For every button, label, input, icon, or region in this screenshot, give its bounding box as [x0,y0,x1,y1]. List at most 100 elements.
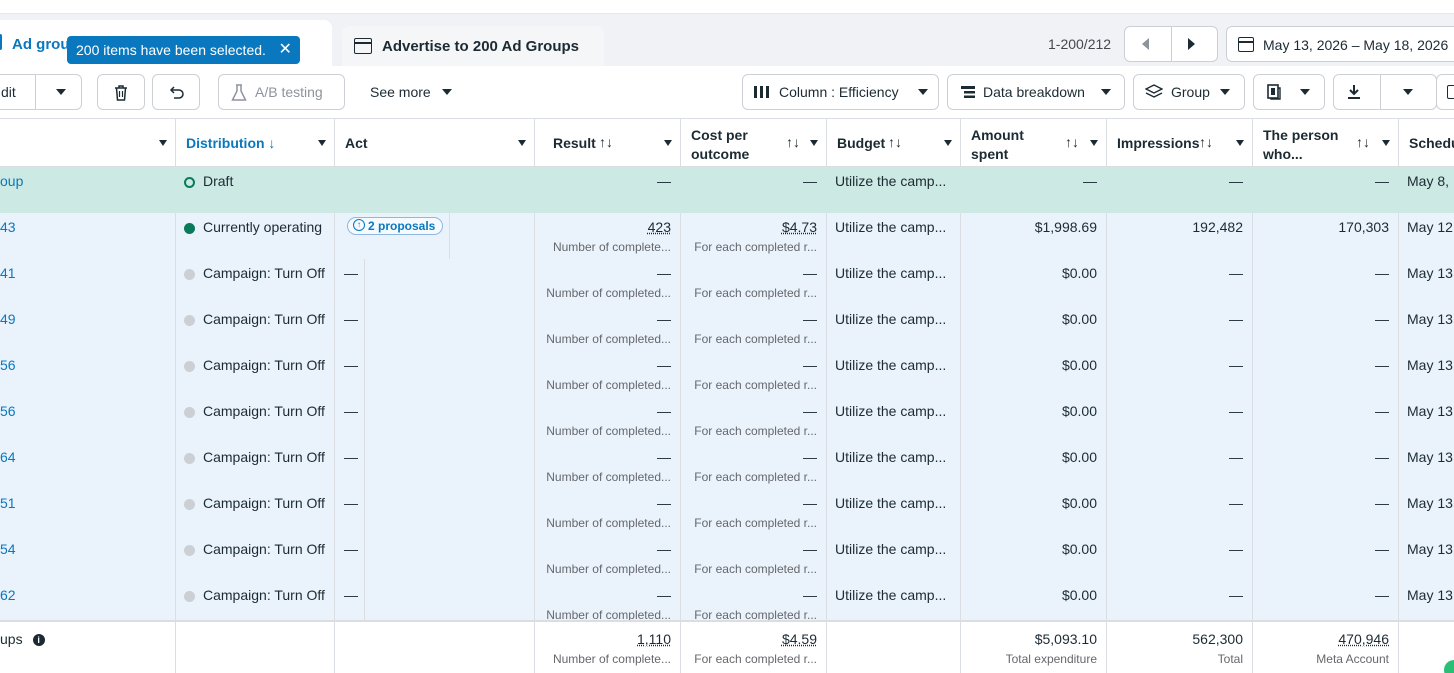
cell-name: 41 [0,259,176,305]
chevron-down-icon[interactable] [664,140,672,146]
impressions-value: — [1229,357,1243,373]
column-header-impressions[interactable]: Impressions ↑↓ [1107,119,1253,167]
column-header-schedule[interactable]: Schedu [1399,119,1454,167]
see-more-button[interactable]: See more [358,74,458,110]
cell-spent: $0.00 [961,259,1107,305]
result-caption: Number of completed... [546,424,671,438]
sort-icon[interactable]: ↑↓ [1065,134,1079,150]
cell-budget: Utilize the camp... [827,167,961,213]
chevron-down-icon[interactable] [944,140,952,146]
sort-icon[interactable]: ↑↓ [1199,134,1213,150]
table-row[interactable]: oup Draft — — Utilize the camp... — — — May 8, [0,167,1454,213]
ad-group-name-link[interactable]: 56 [0,403,16,419]
tab-ad-group[interactable]: Ad group 200 items have been selected. ✕ [0,20,332,66]
tab-bar: Ad group 200 items have been selected. ✕… [0,14,1454,66]
chevron-down-icon[interactable] [159,140,167,146]
data-breakdown-button[interactable]: Data breakdown [947,74,1125,110]
cell-schedule: May 8, [1399,167,1454,213]
ad-group-name-link[interactable]: 51 [0,495,16,511]
charts-button[interactable] [1436,74,1454,110]
cell-status: Campaign: Turn Off [176,259,335,305]
cell-impressions: — [1107,443,1253,489]
group-button[interactable]: Group [1133,74,1245,110]
person-value: — [1375,541,1389,557]
date-range-picker[interactable]: May 13, 2026 – May 18, 2026 [1226,26,1454,62]
delete-button[interactable] [97,74,145,110]
next-page-icon[interactable] [1188,38,1195,50]
chevron-down-icon[interactable] [1236,140,1244,146]
chevron-down-icon[interactable] [810,140,818,146]
person-value: — [1375,587,1389,603]
column-header-distribution[interactable]: Distribution ↓ [176,119,335,167]
ad-group-name-link[interactable]: 54 [0,541,16,557]
ad-group-name-link[interactable]: 64 [0,449,16,465]
ab-testing-button[interactable]: A/B testing [218,74,345,110]
table-row[interactable]: 54 Campaign: Turn Off — — Number of complete… [0,535,1454,581]
result-caption: Number of completed... [546,470,671,484]
column-header-person-who[interactable]: The person who... ↑↓ [1253,119,1399,167]
cell-person: — [1253,259,1399,305]
cell-spent: $0.00 [961,489,1107,535]
cell-schedule: May 13, [1399,535,1454,581]
cell-cost: $4.73 For each completed r... [681,213,827,259]
reports-icon [1266,84,1282,100]
column-header-budget[interactable]: Budget ↑↓ [827,119,961,167]
column-header-act[interactable]: Act [335,119,535,167]
chart-icon [1447,85,1454,99]
cell-schedule: May 13, [1399,259,1454,305]
sort-icon[interactable]: ↑↓ [786,134,800,150]
chevron-down-icon[interactable] [518,140,526,146]
result-value: — [657,449,671,465]
cell-name: oup [0,167,176,213]
undo-button[interactable] [152,74,200,110]
table-row[interactable]: 49 Campaign: Turn Off — — Number of complete… [0,305,1454,351]
cell-schedule: May 13, [1399,443,1454,489]
column-header-name[interactable] [0,119,176,167]
ad-group-name-link[interactable]: 56 [0,357,16,373]
table-row[interactable]: 56 Campaign: Turn Off — — Number of complete… [0,397,1454,443]
cell-person: — [1253,351,1399,397]
chevron-down-icon[interactable] [1090,140,1098,146]
person-value: — [1375,495,1389,511]
table-row[interactable]: 51 Campaign: Turn Off — — Number of complete… [0,489,1454,535]
cost-caption: For each completed r... [694,470,817,484]
table-row[interactable]: 56 Campaign: Turn Off — — Number of complete… [0,351,1454,397]
ad-group-name-link[interactable]: 41 [0,265,16,281]
export-button[interactable] [1333,74,1437,110]
status-dot-icon [184,269,195,280]
cell-spent: $0.00 [961,397,1107,443]
table-row[interactable]: 43 Currently operating 2 proposals 423 Numbe… [0,213,1454,259]
previous-page-icon[interactable] [1142,38,1149,50]
sort-icon[interactable]: ↑↓ [888,134,902,150]
reports-button[interactable] [1253,74,1325,110]
spent-value: $0.00 [1062,265,1097,281]
column-header-result[interactable]: Result ↑↓ [535,119,681,167]
column-header-amount-spent[interactable]: Amount spent ↑↓ [961,119,1107,167]
table-row[interactable]: 64 Campaign: Turn Off — — Number of complete… [0,443,1454,489]
ad-group-name-link[interactable]: 43 [0,219,16,235]
tab-advertise[interactable]: Advertise to 200 Ad Groups [342,26,604,66]
chevron-down-icon[interactable] [1382,140,1390,146]
proposals-badge[interactable]: 2 proposals [347,217,443,235]
cell-act: — [335,351,535,397]
cell-schedule: May 13, [1399,397,1454,443]
close-icon[interactable]: ✕ [279,36,292,64]
chevron-down-icon[interactable] [56,89,66,95]
cell-budget: Utilize the camp... [827,443,961,489]
ad-group-name-link[interactable]: 62 [0,587,16,603]
sort-icon[interactable]: ↑↓ [599,134,613,150]
result-value: — [657,495,671,511]
calendar-icon [1238,37,1254,52]
column-button[interactable]: Column : Efficiency [742,74,939,110]
chevron-down-icon[interactable] [1403,89,1413,95]
ad-group-name-link[interactable]: 49 [0,311,16,327]
sort-icon[interactable]: ↑↓ [1356,134,1370,150]
edit-button[interactable]: dit [0,74,82,110]
table-row[interactable]: 41 Campaign: Turn Off — — Number of complete… [0,259,1454,305]
ad-group-name-link[interactable]: oup [0,173,23,189]
info-icon[interactable]: i [33,634,45,646]
column-header-cost-per-outcome[interactable]: Cost per outcome ↑↓ [681,119,827,167]
impressions-value: — [1229,403,1243,419]
chevron-down-icon[interactable] [318,140,326,146]
status-text: Campaign: Turn Off [203,311,325,327]
